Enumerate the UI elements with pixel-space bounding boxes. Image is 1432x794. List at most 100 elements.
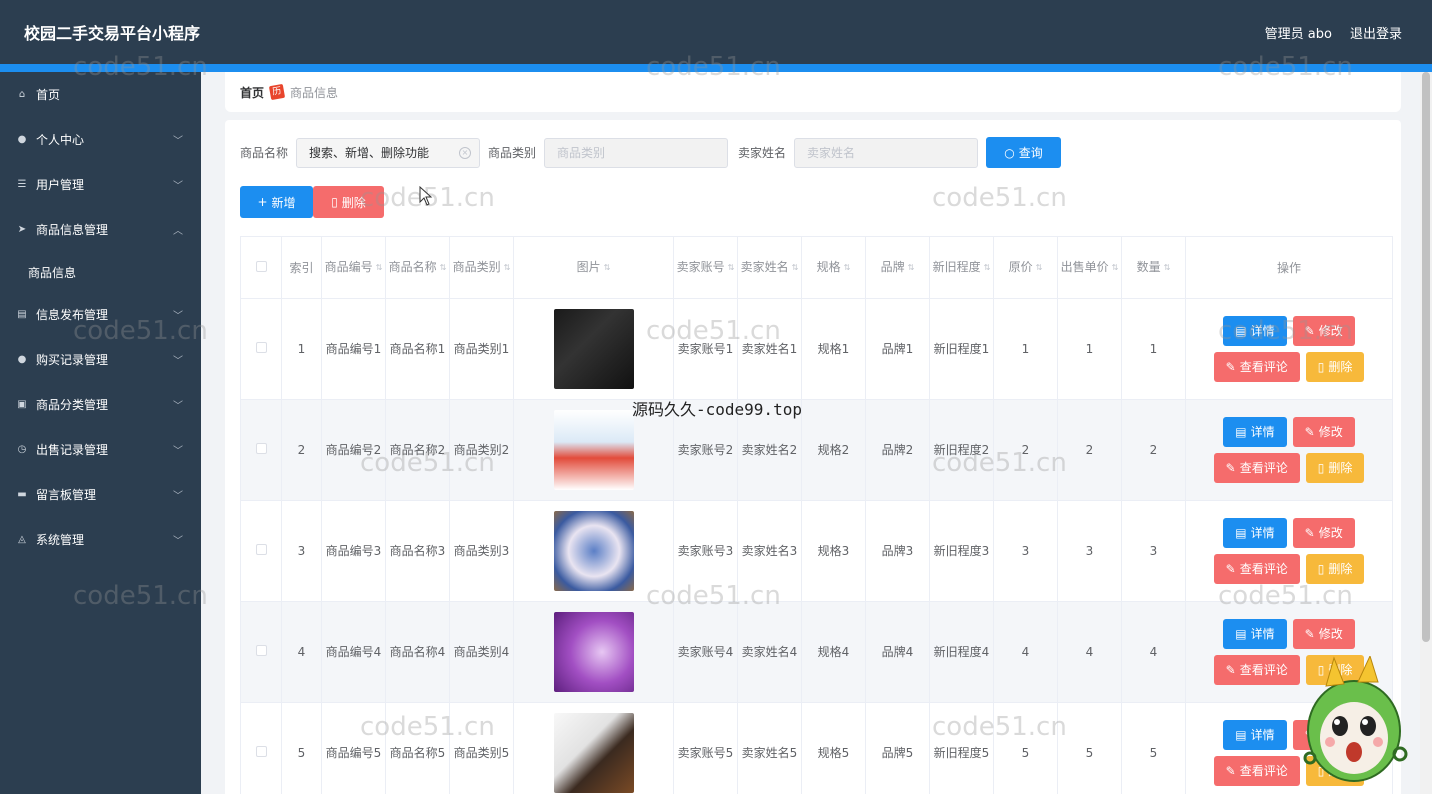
- scrollbar[interactable]: [1420, 72, 1432, 794]
- sidebar-item-home[interactable]: ⌂ 首页: [0, 72, 201, 117]
- col-header[interactable]: 卖家姓名 ⇅: [737, 236, 802, 299]
- edit-button[interactable]: ✎修改: [1292, 518, 1355, 548]
- cell-orig: 1: [993, 298, 1058, 400]
- sidebar-item-goods-info[interactable]: ➤ 商品信息管理 ︿: [0, 207, 201, 252]
- cell-image[interactable]: [513, 601, 674, 703]
- detail-button[interactable]: ▤ 详情: [1223, 316, 1287, 346]
- sort-icon: ⇅: [843, 262, 851, 272]
- query-button[interactable]: ○ 查询: [986, 137, 1062, 168]
- col-header[interactable]: 图片 ⇅: [513, 236, 674, 299]
- col-header[interactable]: 索引: [281, 236, 322, 299]
- plus-icon: +: [257, 195, 268, 209]
- col-header[interactable]: 商品编号 ⇅: [321, 236, 386, 299]
- col-header[interactable]: 商品名称 ⇅: [385, 236, 450, 299]
- edit-button[interactable]: ✎修改: [1292, 619, 1355, 649]
- col-header[interactable]: 品牌 ⇅: [865, 236, 930, 299]
- search-icon: ○: [1004, 145, 1015, 160]
- product-image[interactable]: [553, 309, 634, 389]
- chevron-down-icon: ﹀: [173, 136, 183, 147]
- sidebar-item-users[interactable]: ☰ 用户管理 ﹀: [0, 162, 201, 207]
- cell-price: 2: [1057, 399, 1122, 501]
- breadcrumb-home[interactable]: 首页: [240, 84, 264, 101]
- cell-orig: 4: [993, 601, 1058, 703]
- sidebar-subitem-goods[interactable]: 商品信息: [0, 252, 201, 292]
- cell-price: 1: [1057, 298, 1122, 400]
- add-button[interactable]: + 新增: [240, 186, 313, 218]
- col-header[interactable]: 数量 ⇅: [1121, 236, 1186, 299]
- cell-image[interactable]: [513, 298, 674, 400]
- cell-price: 4: [1057, 601, 1122, 703]
- clock-icon: ◷: [17, 444, 27, 455]
- detail-button[interactable]: ▤ 详情: [1223, 518, 1287, 548]
- cell-cond: 新旧程度2: [929, 399, 994, 501]
- cell-spec: 规格1: [801, 298, 866, 400]
- detail-button[interactable]: ▤ 详情: [1223, 417, 1287, 447]
- comments-button[interactable]: ✎ 查看评论: [1213, 352, 1300, 382]
- col-header[interactable]: 商品类别 ⇅: [449, 236, 514, 299]
- table-row: 4 商品编号4 商品名称4 商品类别4 卖家账号4 卖家姓名4 规格4 品牌4 新旧程度4 4 4 4…: [240, 601, 1393, 703]
- select-all-checkbox[interactable]: [240, 236, 282, 299]
- product-image[interactable]: [553, 410, 634, 490]
- name-input[interactable]: 搜索、新增、删除功能 ×: [296, 137, 481, 168]
- row-checkbox[interactable]: [240, 500, 282, 602]
- seller-input[interactable]: 卖家姓名: [794, 137, 979, 168]
- comments-button[interactable]: ✎ 查看评论: [1213, 655, 1300, 685]
- detail-button[interactable]: ▤ 详情: [1223, 619, 1287, 649]
- cell-image[interactable]: [513, 500, 674, 602]
- col-header: 操作: [1185, 236, 1393, 299]
- comments-button[interactable]: ✎ 查看评论: [1213, 554, 1300, 584]
- sidebar-item-profile[interactable]: ● 个人中心 ﹀: [0, 117, 201, 162]
- cell-brand: 品牌3: [865, 500, 930, 602]
- col-header[interactable]: 原价 ⇅: [993, 236, 1058, 299]
- product-image[interactable]: [553, 612, 634, 692]
- home-icon: ⌂: [18, 89, 26, 100]
- sidebar-item-board[interactable]: ▬ 留言板管理 ﹀: [0, 472, 201, 517]
- row-delete-button[interactable]: ▯删除: [1305, 554, 1365, 584]
- edit-button[interactable]: ✎修改: [1292, 417, 1355, 447]
- col-header[interactable]: 卖家账号 ⇅: [673, 236, 738, 299]
- cell-brand: 品牌4: [865, 601, 930, 703]
- clear-icon[interactable]: ×: [459, 146, 472, 159]
- edit-icon: ✎: [1225, 663, 1236, 677]
- breadcrumb-current: 商品信息: [290, 85, 339, 100]
- cell-name: 商品名称2: [385, 399, 450, 501]
- cell-index: 4: [281, 601, 322, 703]
- edit-button[interactable]: ✎修改: [1292, 316, 1355, 346]
- cell-cat: 商品类别3: [449, 500, 514, 602]
- sort-icon: ⇅: [375, 262, 383, 272]
- cell-seller: 卖家姓名3: [737, 500, 802, 602]
- row-delete-button[interactable]: ▯删除: [1305, 352, 1365, 382]
- col-header[interactable]: 规格 ⇅: [801, 236, 866, 299]
- product-image[interactable]: [553, 511, 634, 591]
- category-input[interactable]: 商品类别: [544, 137, 729, 168]
- row-checkbox[interactable]: [240, 601, 282, 703]
- detail-button[interactable]: ▤ 详情: [1223, 720, 1287, 750]
- row-delete-button[interactable]: ▯删除: [1305, 453, 1365, 483]
- cell-code: 商品编号2: [321, 399, 386, 501]
- content-card: 商品名称 搜索、新增、删除功能 × 商品类别 商品类别 卖家姓名 卖家姓名 ○ 查询…: [225, 120, 1401, 794]
- comments-button[interactable]: ✎ 查看评论: [1213, 756, 1300, 786]
- goods-table: 索引 商品编号 ⇅ 商品名称 ⇅ 商品类别 ⇅ 图片 ⇅ 卖家账号 ⇅ 卖家姓名 ⇅ 规格 ⇅…: [240, 236, 1393, 794]
- cell-image[interactable]: [513, 702, 674, 794]
- row-checkbox[interactable]: [240, 702, 282, 794]
- comments-button[interactable]: ✎ 查看评论: [1213, 453, 1300, 483]
- sidebar-item-sales[interactable]: ◷ 出售记录管理 ﹀: [0, 427, 201, 472]
- edit-icon: ✎: [1225, 562, 1236, 576]
- main-area: 首页 历 商品信息 商品名称 搜索、新增、删除功能 × 商品类别 商品类别 卖家姓…: [201, 72, 1432, 794]
- col-header[interactable]: 出售单价 ⇅: [1057, 236, 1122, 299]
- sidebar-item-publish[interactable]: ▤ 信息发布管理 ﹀: [0, 292, 201, 337]
- col-header[interactable]: 新旧程度 ⇅: [929, 236, 994, 299]
- row-checkbox[interactable]: [240, 399, 282, 501]
- user-label: 管理员 abo: [1264, 26, 1332, 42]
- logout-link[interactable]: 退出登录: [1350, 23, 1402, 42]
- delete-button[interactable]: ▯ 删除: [313, 186, 384, 218]
- sidebar-item-purchase[interactable]: ● 购买记录管理 ﹀: [0, 337, 201, 382]
- sidebar-item-category[interactable]: ▣ 商品分类管理 ﹀: [0, 382, 201, 427]
- sidebar-item-system[interactable]: ◬ 系统管理 ﹀: [0, 517, 201, 562]
- overlay-caption: 源码久久-code99.top: [632, 400, 802, 419]
- cell-qty: 1: [1121, 298, 1186, 400]
- product-image[interactable]: [553, 713, 634, 793]
- sort-icon: ⇅: [791, 262, 799, 272]
- action-row: + 新增 ▯ 删除: [240, 186, 384, 218]
- row-checkbox[interactable]: [240, 298, 282, 400]
